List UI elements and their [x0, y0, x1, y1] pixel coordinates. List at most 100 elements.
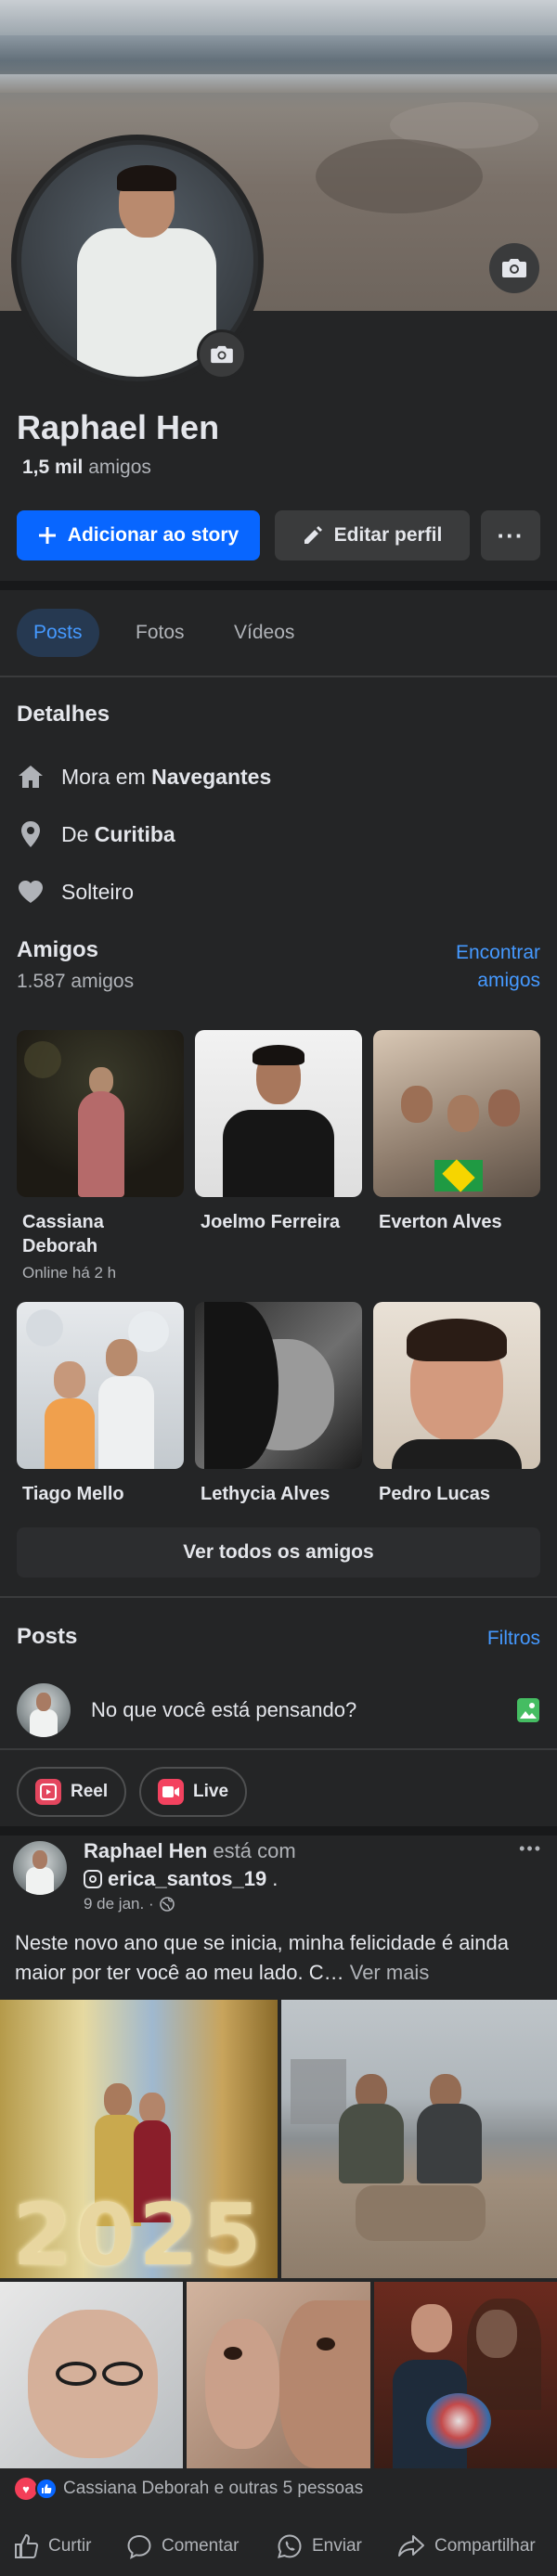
post-author[interactable]: Raphael Hen [84, 1839, 207, 1862]
detail-from: De Curitiba [17, 820, 175, 848]
see-more-link[interactable]: Ver mais [350, 1961, 430, 1984]
more-options-button[interactable]: ··· [481, 510, 540, 560]
friend-photo [195, 1030, 362, 1197]
pencil-icon [304, 526, 322, 544]
post-with-text: está com [213, 1839, 296, 1862]
like-button[interactable]: Curtir [13, 2528, 91, 2565]
avatar [17, 1683, 71, 1737]
friend-name: Tiago Mello [22, 1484, 124, 1504]
friend-card[interactable]: Everton Alves [373, 1030, 540, 1234]
heart-icon [17, 878, 45, 906]
tab-posts[interactable]: Posts [17, 609, 99, 657]
add-story-label: Adicionar ao story [67, 524, 240, 546]
post-header-period: . [272, 1867, 278, 1890]
detail-lives-city[interactable]: Navegantes [151, 765, 271, 789]
plus-icon [38, 527, 56, 544]
reel-button[interactable]: Reel [17, 1767, 127, 1817]
post-photo[interactable] [281, 2000, 557, 2278]
detail-lives-text: Mora em Navegantes [61, 765, 271, 790]
friend-status: Online há 2 h [22, 1264, 117, 1282]
post-meta: 9 de jan. · [84, 1895, 175, 1913]
add-story-button[interactable]: Adicionar ao story [17, 510, 260, 560]
post-header: Raphael Hen está com erica_santos_19. [84, 1837, 296, 1893]
friend-card[interactable]: Cassiana Deborah Online há 2 h [17, 1030, 184, 1282]
friend-photo [17, 1302, 184, 1469]
whatsapp-icon [278, 2534, 302, 2558]
friend-card[interactable]: Lethycia Alves [195, 1302, 362, 1506]
location-pin-icon [17, 820, 45, 848]
avatar-camera-button[interactable] [197, 329, 247, 380]
detail-lives-in: Mora em Navegantes [17, 763, 271, 791]
profile-name: Raphael Hen [17, 408, 220, 446]
reactions-text: Cassiana Deborah e outras 5 pessoas [63, 2479, 364, 2498]
details-title: Detalhes [17, 702, 110, 727]
find-friends-line: amigos [477, 970, 540, 991]
avatar [13, 1841, 67, 1895]
tab-videos[interactable]: Vídeos [217, 609, 311, 657]
like-label: Curtir [48, 2536, 92, 2556]
detail-relationship: Solteiro [17, 878, 134, 906]
post-date[interactable]: 9 de jan. · [84, 1895, 154, 1913]
cover-camera-button[interactable] [489, 243, 539, 293]
divider [0, 1596, 557, 1598]
send-button[interactable]: Enviar [277, 2528, 362, 2565]
detail-from-prefix: De [61, 821, 95, 846]
live-button[interactable]: Live [139, 1767, 248, 1817]
divider [0, 1748, 557, 1750]
tab-photos[interactable]: Fotos [119, 609, 201, 657]
home-icon [17, 763, 45, 791]
post-more-button[interactable]: ••• [519, 1839, 542, 1859]
post-photo-collage[interactable]: 2025 [0, 2000, 557, 2468]
composer-placeholder[interactable]: No que você está pensando? [91, 1698, 516, 1722]
edit-profile-label: Editar perfil [333, 524, 443, 546]
post-photo[interactable] [374, 2282, 557, 2468]
cover-foam [0, 74, 557, 93]
friend-card[interactable]: Joelmo Ferreira [195, 1030, 362, 1234]
post-reactions[interactable]: ♥ Cassiana Deborah e outras 5 pessoas [15, 2478, 363, 2500]
detail-lives-prefix: Mora em [61, 764, 152, 789]
friends-count-number: 1,5 mil [22, 457, 84, 478]
friends-title: Amigos [17, 937, 99, 962]
friend-name: Joelmo Ferreira [201, 1212, 341, 1232]
instagram-icon [84, 1870, 102, 1888]
comment-label: Comentar [162, 2536, 240, 2556]
friend-photo [373, 1030, 540, 1197]
like-icon [15, 2533, 39, 2558]
reel-icon [35, 1779, 61, 1805]
detail-from-city[interactable]: Curitiba [95, 822, 175, 846]
comment-button[interactable]: Comentar [126, 2528, 239, 2565]
share-button[interactable]: Compartilhar [397, 2528, 536, 2565]
find-friends-link[interactable]: Encontrar amigos [456, 939, 540, 995]
edit-profile-button[interactable]: Editar perfil [275, 510, 470, 560]
see-all-friends-button[interactable]: Ver todos os amigos [17, 1527, 540, 1578]
friends-count[interactable]: 1,5 mil amigos [22, 457, 151, 479]
love-reaction-icon: ♥ [15, 2478, 37, 2500]
share-icon [398, 2535, 424, 2557]
reel-label: Reel [71, 1782, 109, 1801]
post-photo[interactable]: 2025 [0, 2000, 278, 2278]
photo-icon[interactable] [516, 1697, 540, 1723]
share-label: Compartilhar [434, 2536, 536, 2556]
post-photo[interactable] [187, 2282, 370, 2468]
globe-icon [159, 1897, 175, 1912]
detail-from-text: De Curitiba [61, 822, 175, 847]
divider [0, 1826, 557, 1835]
avatar-figure [117, 165, 176, 191]
friend-photo [373, 1302, 540, 1469]
live-label: Live [193, 1782, 229, 1801]
post-composer[interactable]: No que você está pensando? [17, 1681, 540, 1739]
live-icon [158, 1779, 184, 1805]
friend-name: Lethycia Alves [201, 1484, 330, 1504]
friend-name: Pedro Lucas [379, 1484, 491, 1504]
friend-name: Cassiana Deborah [22, 1212, 104, 1256]
like-reaction-icon [35, 2478, 58, 2500]
post-author-avatar[interactable] [13, 1841, 67, 1895]
friend-card[interactable]: Tiago Mello [17, 1302, 184, 1506]
friend-card[interactable]: Pedro Lucas [373, 1302, 540, 1506]
post-tagged-user[interactable]: erica_santos_19 [108, 1865, 266, 1893]
divider [0, 676, 557, 677]
post-photo[interactable] [0, 2282, 183, 2468]
friend-photo [195, 1302, 362, 1469]
comment-icon [127, 2534, 151, 2559]
filters-link[interactable]: Filtros [487, 1628, 540, 1650]
